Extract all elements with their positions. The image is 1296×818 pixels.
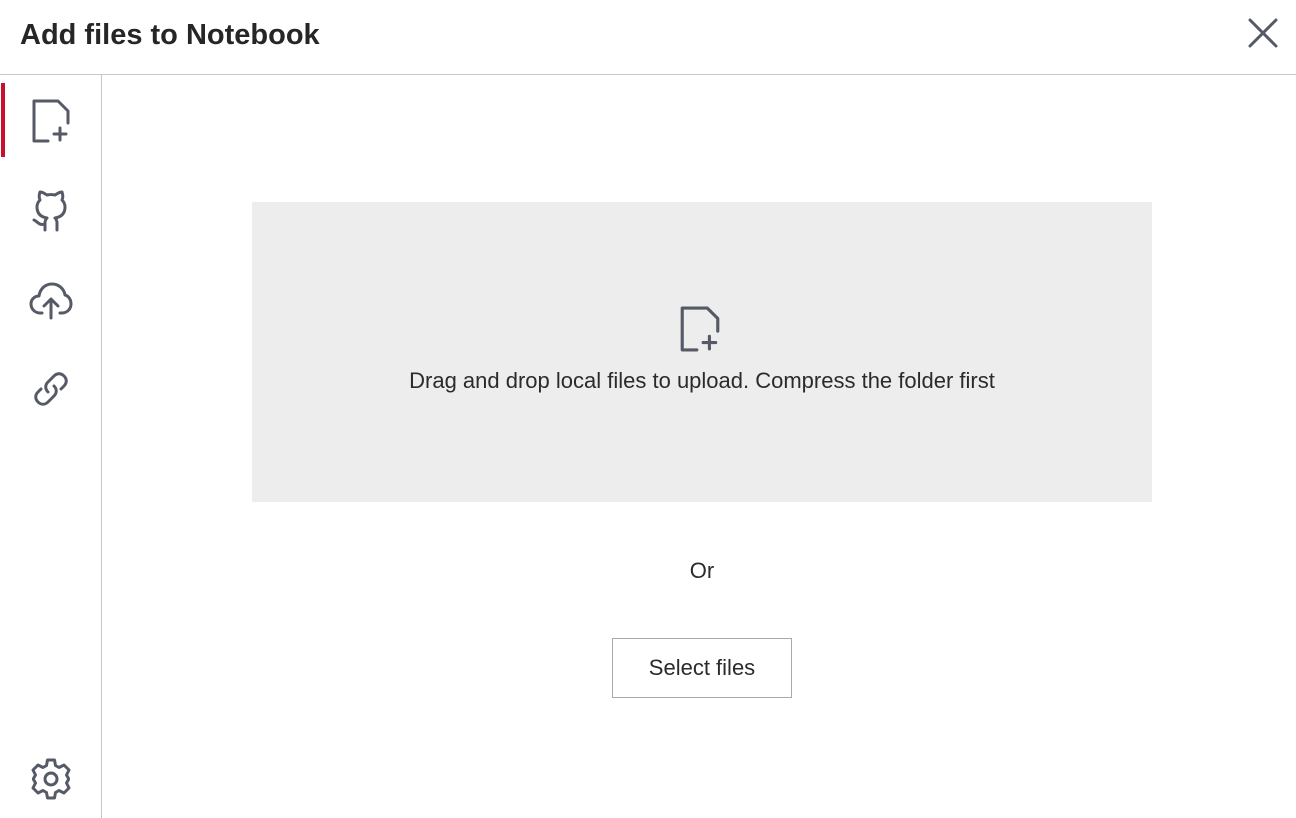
dialog-header: Add files to Notebook bbox=[0, 0, 1296, 75]
or-separator-text: Or bbox=[689, 558, 715, 583]
sidebar-item-link[interactable] bbox=[0, 351, 101, 427]
sidebar-item-github[interactable] bbox=[0, 172, 101, 248]
github-icon bbox=[30, 188, 72, 232]
dropzone-instructions: Drag and drop local files to upload. Com… bbox=[409, 368, 995, 393]
file-dropzone[interactable]: Drag and drop local files to upload. Com… bbox=[252, 202, 1152, 502]
link-icon bbox=[33, 371, 69, 407]
sidebar-item-cloud-upload[interactable] bbox=[0, 263, 101, 339]
close-icon bbox=[1247, 17, 1279, 54]
sidebar-item-upload-file[interactable] bbox=[0, 83, 101, 159]
add-files-dialog: Add files to Notebook Drag and drop loca… bbox=[0, 0, 1296, 818]
select-files-button[interactable]: Select files bbox=[612, 638, 792, 698]
gear-icon bbox=[29, 757, 73, 801]
file-add-icon bbox=[31, 99, 71, 143]
dialog-title: Add files to Notebook bbox=[20, 19, 320, 51]
settings-button[interactable] bbox=[0, 741, 101, 817]
file-add-icon bbox=[679, 306, 721, 352]
close-button[interactable] bbox=[1242, 14, 1284, 56]
sidebar bbox=[0, 75, 102, 818]
cloud-upload-icon bbox=[29, 282, 73, 320]
